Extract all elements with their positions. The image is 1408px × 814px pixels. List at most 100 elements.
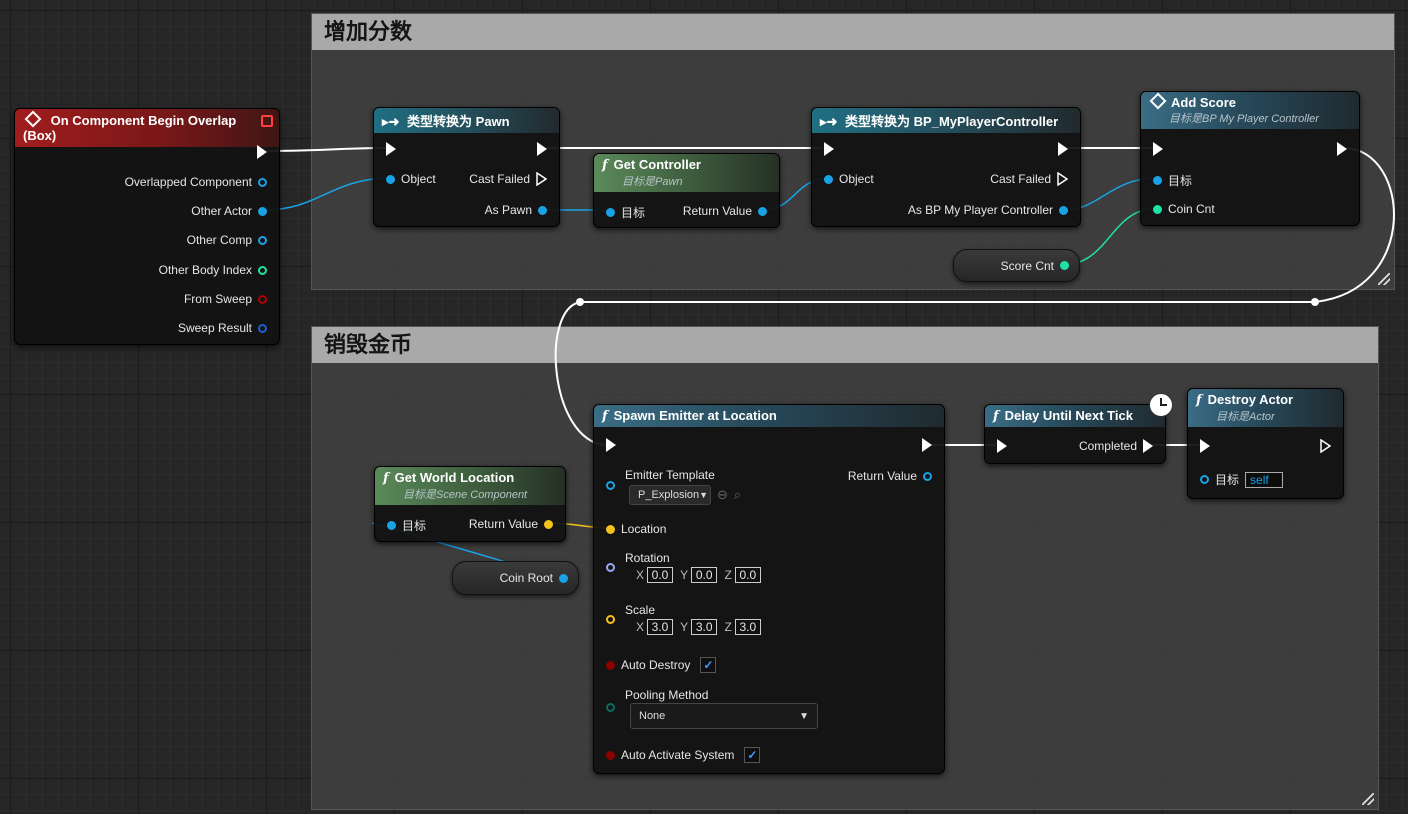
pin-target[interactable]: 目标: [387, 517, 426, 534]
exec-pin-icon[interactable]: [1143, 439, 1153, 453]
coin-root-variable-node[interactable]: Coin Root: [452, 561, 579, 595]
object-pin-icon[interactable]: [258, 206, 267, 216]
int-pin-icon[interactable]: [1153, 204, 1162, 214]
pin-target[interactable]: 目标 self: [1200, 471, 1284, 488]
score-cnt-variable-node[interactable]: Score Cnt: [953, 249, 1080, 282]
pin-other-comp[interactable]: Other Comp: [187, 233, 267, 247]
target-self-field[interactable]: self: [1245, 471, 1284, 488]
pin-scale[interactable]: [606, 615, 615, 624]
exec-output-pin[interactable]: [922, 438, 932, 452]
pin-cast-failed[interactable]: Cast Failed: [990, 172, 1068, 186]
pure-node-header[interactable]: f Get Controller 目标是Pawn: [594, 154, 779, 192]
get-world-location-node[interactable]: f Get World Location 目标是Scene Component 目…: [374, 466, 566, 542]
object-pin-icon[interactable]: [606, 208, 615, 217]
use-selected-icon[interactable]: ⊖: [717, 487, 728, 503]
pin-other-actor[interactable]: Other Actor: [191, 204, 267, 218]
rotation-z-field[interactable]: 0.0: [734, 567, 761, 583]
emitter-template-dropdown[interactable]: P_Explosion ▼: [629, 485, 711, 505]
object-pin-icon[interactable]: [386, 174, 395, 184]
exec-pin-icon[interactable]: [1200, 439, 1210, 453]
exec-input-pin[interactable]: [824, 142, 834, 156]
exec-input-pin[interactable]: [1200, 439, 1210, 453]
rotation-y-field[interactable]: 0.0: [691, 567, 718, 583]
resize-grip-icon[interactable]: [1378, 273, 1390, 285]
pooling-method-dropdown[interactable]: None ▼: [630, 703, 818, 729]
reroute-node[interactable]: [1311, 298, 1319, 306]
object-pin-icon[interactable]: [559, 573, 568, 583]
scale-y-field[interactable]: 3.0: [691, 619, 718, 635]
object-pin-icon[interactable]: [824, 174, 833, 184]
delegate-pin-icon[interactable]: [261, 115, 273, 127]
pin-target[interactable]: 目标: [1153, 172, 1192, 189]
reroute-node[interactable]: [576, 298, 584, 306]
cast-to-controller-node[interactable]: ▸➜ 类型转换为 BP_MyPlayerController Object Ca…: [811, 107, 1081, 227]
pin-overlapped-component[interactable]: Overlapped Component: [125, 175, 267, 189]
exec-hollow-pin-icon[interactable]: [536, 172, 547, 186]
object-pin-icon[interactable]: [1059, 205, 1068, 215]
cast-node-header[interactable]: ▸➜ 类型转换为 BP_MyPlayerController: [812, 108, 1080, 133]
add-score-node[interactable]: Add Score 目标是BP My Player Controller 目标 …: [1140, 91, 1360, 226]
comment-title-destroy-coin[interactable]: 销毁金币: [312, 327, 1378, 363]
exec-pin-icon[interactable]: [1337, 142, 1347, 156]
auto-activate-checkbox[interactable]: ✓: [744, 747, 761, 763]
exec-pin-icon[interactable]: [257, 145, 267, 159]
rotator-pin-icon[interactable]: [606, 563, 615, 572]
object-pin-icon[interactable]: [1200, 475, 1209, 484]
function-node-header[interactable]: f Destroy Actor 目标是Actor: [1188, 389, 1343, 427]
pin-from-sweep[interactable]: From Sweep: [184, 292, 267, 306]
pin-object[interactable]: Object: [386, 172, 436, 186]
enum-pin-icon[interactable]: [606, 703, 615, 712]
object-pin-icon[interactable]: [258, 235, 267, 245]
object-pin-icon[interactable]: [538, 205, 547, 215]
cast-to-pawn-node[interactable]: ▸➜ 类型转换为 Pawn Object Cast Failed As Pawn: [373, 107, 560, 227]
exec-output-pin[interactable]: [1058, 142, 1068, 156]
exec-pin-icon[interactable]: [537, 142, 547, 156]
bool-pin-icon[interactable]: [606, 750, 615, 760]
pin-other-body-index[interactable]: Other Body Index: [159, 263, 267, 277]
delay-until-next-tick-node[interactable]: f Delay Until Next Tick Completed: [984, 393, 1173, 464]
function-node-header[interactable]: f Delay Until Next Tick: [985, 405, 1165, 427]
exec-hollow-pin-icon[interactable]: [1057, 172, 1068, 186]
exec-output-pin[interactable]: [537, 142, 547, 156]
pin-sweep-result[interactable]: Sweep Result: [178, 321, 267, 335]
cast-node-header[interactable]: ▸➜ 类型转换为 Pawn: [374, 108, 559, 133]
pin-completed[interactable]: Completed: [1079, 439, 1153, 453]
exec-input-pin[interactable]: [606, 438, 616, 452]
bool-pin-icon[interactable]: [258, 294, 267, 304]
bool-pin-icon[interactable]: [606, 660, 615, 670]
event-node-begin-overlap[interactable]: On Component Begin Overlap (Box) Overlap…: [14, 108, 280, 345]
auto-destroy-checkbox[interactable]: ✓: [700, 657, 717, 673]
pin-as-pawn[interactable]: As Pawn: [485, 203, 547, 217]
object-pin-icon[interactable]: [758, 206, 767, 216]
get-controller-node[interactable]: f Get Controller 目标是Pawn 目标 Return Value: [593, 153, 780, 228]
exec-hollow-pin-icon[interactable]: [1320, 439, 1331, 453]
vector-pin-icon[interactable]: [606, 615, 615, 624]
scale-z-field[interactable]: 3.0: [734, 619, 761, 635]
spawn-emitter-node[interactable]: f Spawn Emitter at Location Emitter Templ…: [593, 404, 945, 774]
int-pin-icon[interactable]: [1060, 261, 1069, 270]
resize-grip-icon[interactable]: [1362, 793, 1374, 805]
destroy-actor-node[interactable]: f Destroy Actor 目标是Actor 目标 self: [1187, 388, 1344, 499]
pin-as-controller[interactable]: As BP My Player Controller: [908, 203, 1068, 217]
object-pin-icon[interactable]: [387, 521, 396, 530]
pin-target[interactable]: 目标: [606, 204, 645, 221]
exec-pin-icon[interactable]: [824, 142, 834, 156]
vector-pin-icon[interactable]: [606, 524, 615, 534]
exec-pin-icon[interactable]: [1153, 142, 1163, 156]
pin-object[interactable]: Object: [824, 172, 874, 186]
function-node-header[interactable]: f Spawn Emitter at Location: [594, 405, 944, 427]
pin-return-value[interactable]: Return Value: [848, 469, 932, 483]
scale-x-field[interactable]: 3.0: [647, 619, 674, 635]
object-pin-icon[interactable]: [606, 481, 615, 490]
pin-rotation[interactable]: [606, 563, 615, 572]
pin-return-value[interactable]: Return Value: [469, 517, 553, 531]
exec-pin-icon[interactable]: [997, 439, 1007, 453]
exec-input-pin[interactable]: [386, 142, 396, 156]
pin-auto-destroy[interactable]: Auto Destroy ✓: [606, 657, 717, 673]
exec-input-pin[interactable]: [1153, 142, 1163, 156]
pin-location[interactable]: Location: [606, 522, 666, 536]
struct-pin-icon[interactable]: [258, 323, 267, 333]
exec-pin-icon[interactable]: [386, 142, 396, 156]
comment-title-add-score[interactable]: 增加分数: [312, 14, 1394, 50]
exec-output-pin[interactable]: [1320, 439, 1331, 453]
